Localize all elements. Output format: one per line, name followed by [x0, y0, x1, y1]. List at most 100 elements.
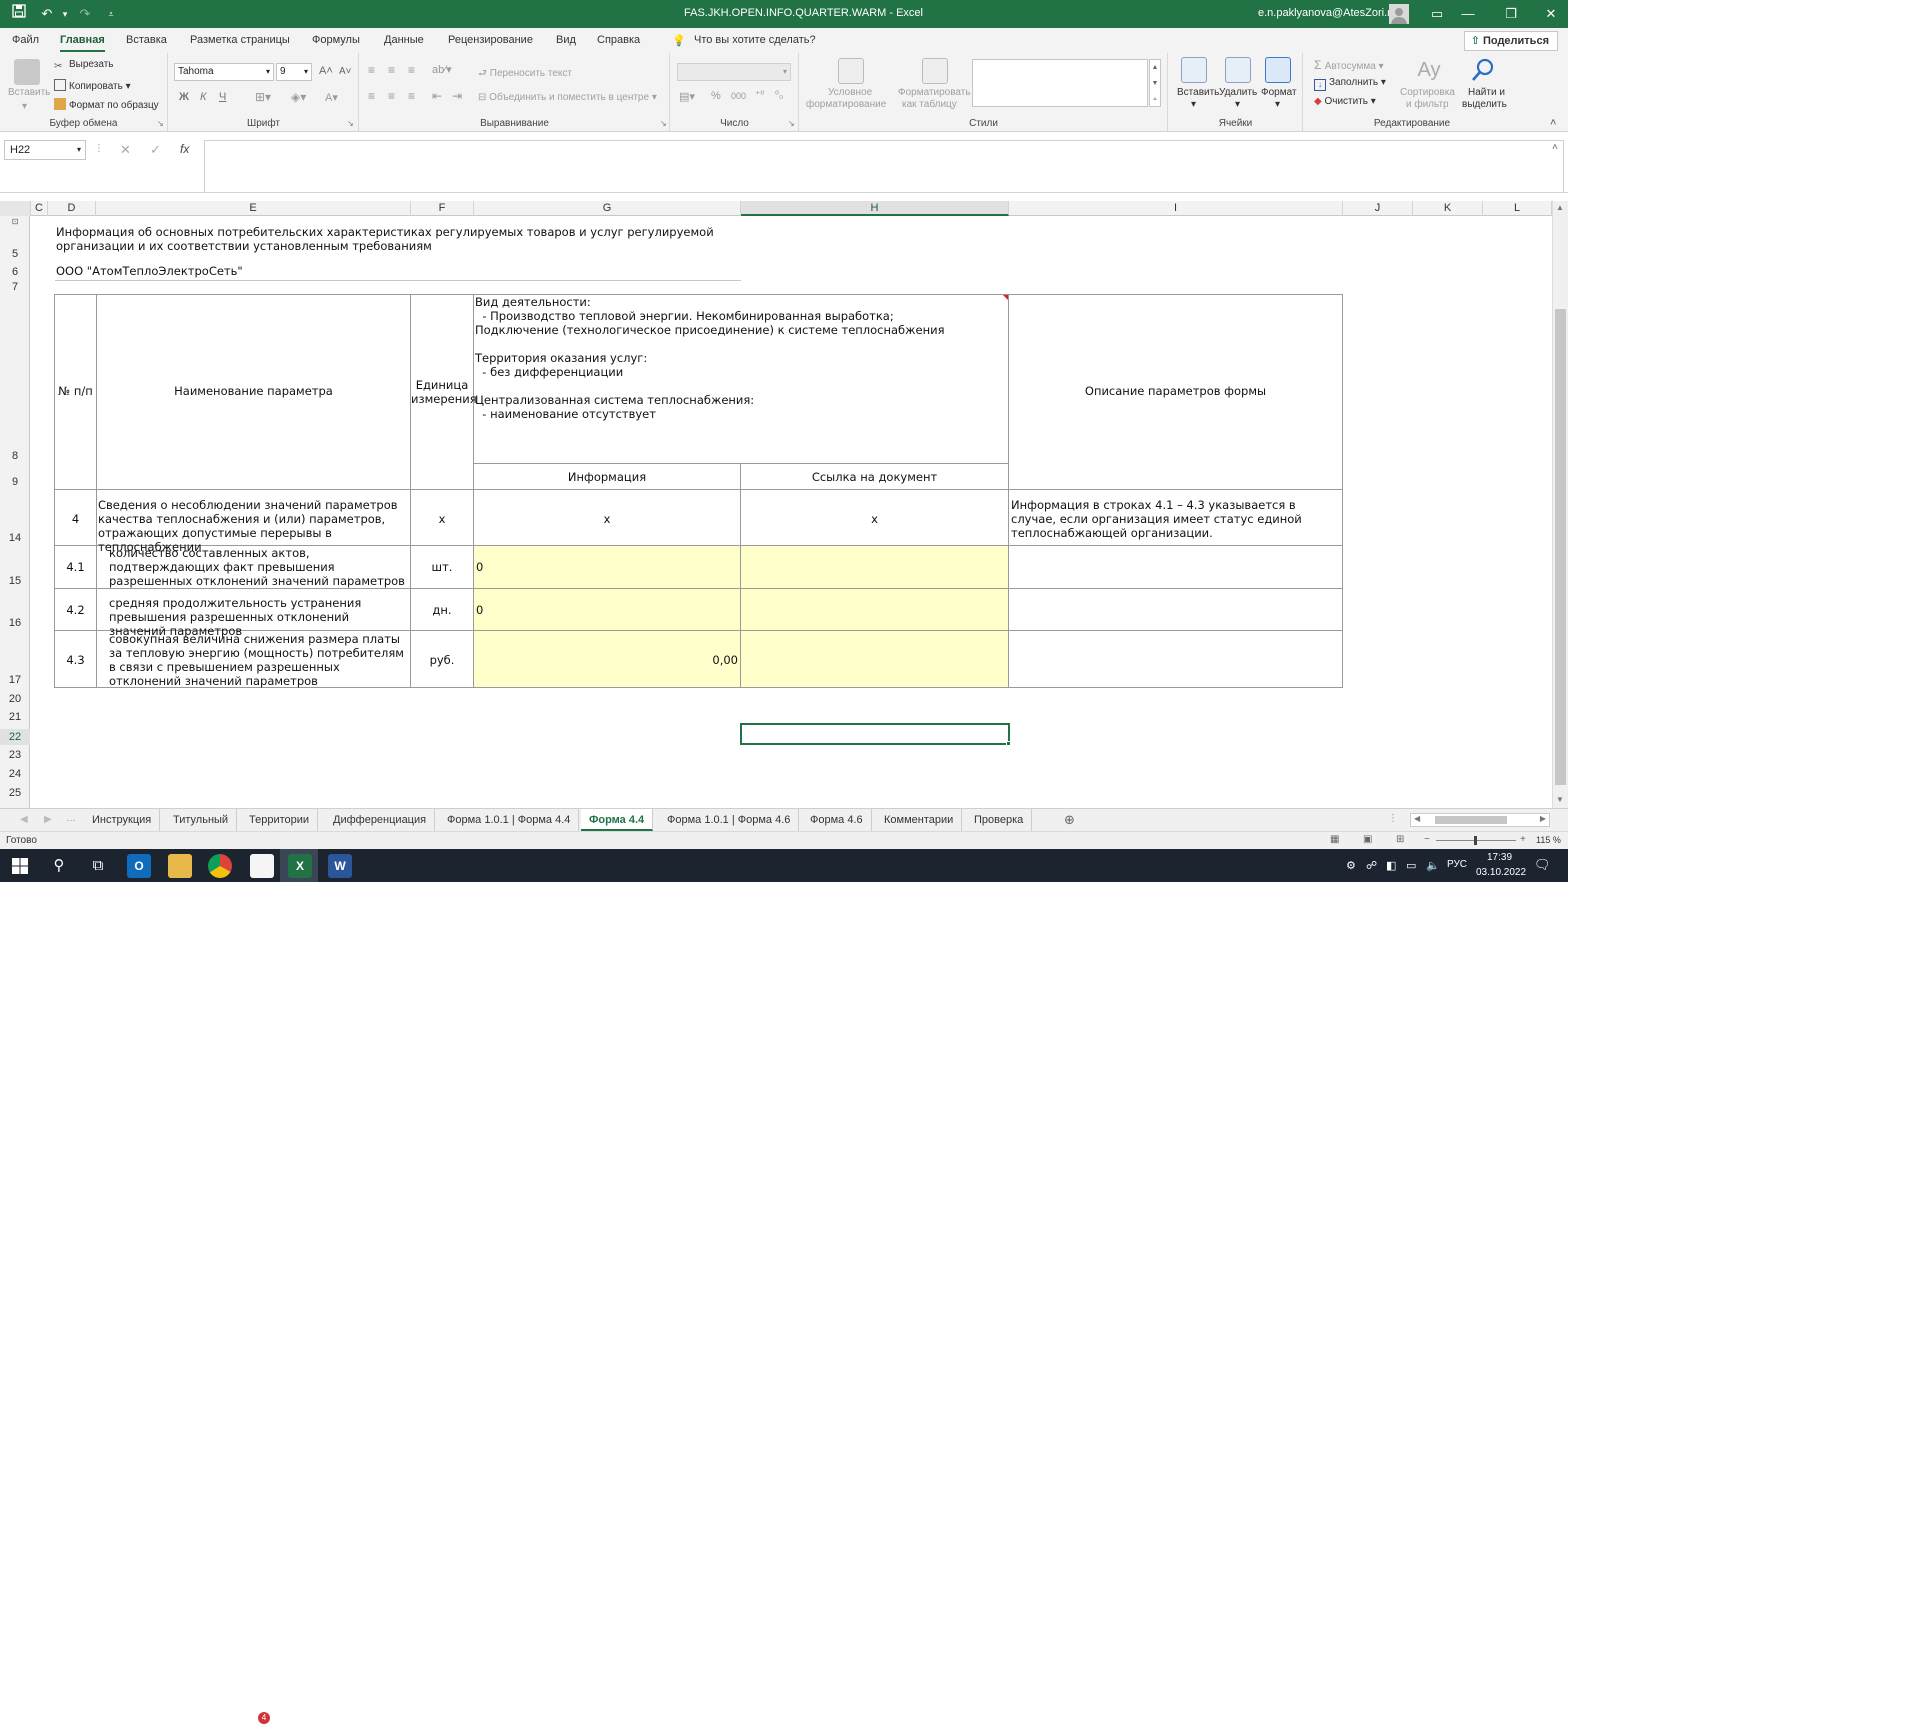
decrease-decimal-icon[interactable]: ⁰₀ — [775, 90, 783, 101]
prev-sheet-icon[interactable]: ◀ — [20, 814, 28, 825]
chrome-icon[interactable] — [208, 854, 232, 878]
group-expand-icon[interactable]: ⊡ — [0, 217, 30, 229]
active-cell[interactable] — [740, 723, 1010, 745]
column-header-e[interactable]: E — [96, 201, 411, 216]
zoom-out-icon[interactable]: − — [1424, 834, 1430, 845]
collapse-ribbon-icon[interactable]: ˄ — [1550, 117, 1556, 129]
row-info[interactable]: 0 — [476, 603, 738, 617]
column-header-h[interactable]: H — [741, 201, 1009, 216]
tab-data[interactable]: Данные — [384, 34, 424, 46]
row-info[interactable]: 0 — [476, 560, 738, 574]
volume-icon[interactable]: 🔈 — [1426, 859, 1440, 872]
column-header-g[interactable]: G — [474, 201, 741, 216]
scrollbar-thumb[interactable] — [1555, 309, 1566, 785]
row-info[interactable]: 0,00 — [476, 653, 738, 667]
vertical-scrollbar[interactable]: ▲ ▼ — [1552, 201, 1568, 808]
scroll-down-icon[interactable]: ▼ — [1556, 795, 1564, 804]
page-break-view-icon[interactable]: ⊞ — [1396, 834, 1404, 845]
align-right-icon[interactable]: ≡ — [408, 89, 415, 103]
sheet-tab[interactable]: Форма 4.6 — [802, 809, 872, 831]
row-header[interactable]: 15 — [0, 575, 30, 589]
column-header-f[interactable]: F — [411, 201, 474, 216]
sheet-tab[interactable]: Комментарии — [876, 809, 963, 831]
worksheet-grid[interactable]: Информация об основных потребительских х… — [31, 216, 1552, 808]
tab-formulas[interactable]: Формулы — [312, 34, 360, 46]
gallery-scroll[interactable]: ▲ ▼ ⩡ — [1149, 59, 1161, 107]
scroll-right-icon[interactable]: ▶ — [1540, 814, 1546, 823]
more-sheets-icon[interactable]: … — [66, 813, 76, 824]
sheet-tab[interactable]: Территории — [241, 809, 319, 831]
row-header[interactable]: 17 — [0, 674, 30, 688]
excel-icon[interactable]: X — [288, 854, 312, 878]
sheet-tab[interactable]: Инструкция — [84, 809, 161, 831]
clock-time[interactable]: 17:39 — [1487, 852, 1512, 863]
delete-cells-icon[interactable] — [1225, 57, 1251, 83]
scrollbar-thumb[interactable] — [1435, 816, 1507, 824]
merge-center-button[interactable]: ⊟ Объединить и поместить в центре ▾ — [478, 92, 657, 103]
notifications-icon[interactable]: 🗨 — [1534, 857, 1551, 873]
restore-icon[interactable]: ❐ — [1500, 4, 1522, 24]
wrap-text-button[interactable]: ⮐ Переносить текст — [478, 66, 572, 83]
sheet-tab[interactable]: Форма 1.0.1 | Форма 4.6 — [659, 809, 800, 831]
sort-filter-icon[interactable]: Ay — [1416, 57, 1442, 83]
column-header-c[interactable]: C — [31, 201, 48, 216]
tab-view[interactable]: Вид — [556, 34, 576, 46]
row-header[interactable]: 8 — [0, 450, 30, 464]
column-header-l[interactable]: L — [1483, 201, 1552, 216]
thousands-button[interactable]: 000 — [731, 91, 746, 101]
tell-me-search[interactable]: Что вы хотите сделать? — [694, 34, 816, 46]
align-center-icon[interactable]: ≡ — [388, 89, 395, 103]
row-header[interactable]: 24 — [0, 768, 30, 782]
row-header[interactable]: 21 — [0, 711, 30, 725]
orientation-icon[interactable]: ab⁄▾ — [432, 63, 452, 76]
underline-button[interactable]: Ч — [219, 91, 226, 103]
number-format-box[interactable]: ▾ — [677, 63, 791, 81]
conditional-formatting-line1[interactable]: Условное — [828, 87, 872, 98]
outlook-tray-icon[interactable]: ◧ — [1386, 859, 1396, 872]
format-cells-button[interactable]: Формат — [1261, 87, 1297, 98]
align-top-icon[interactable]: ≡ — [368, 63, 375, 77]
customize-quick-access-icon[interactable]: ⩡ — [100, 4, 122, 24]
chevron-down-icon[interactable]: ▾ — [1235, 99, 1240, 110]
decrease-font-icon[interactable]: A˅ — [339, 66, 352, 77]
tab-review[interactable]: Рецензирование — [448, 34, 533, 46]
language-indicator[interactable]: РУС — [1447, 859, 1467, 870]
row-header[interactable]: 9 — [0, 476, 30, 490]
sort-filter-line2[interactable]: и фильтр — [1406, 99, 1449, 110]
normal-view-icon[interactable]: ▦ — [1330, 834, 1339, 845]
delete-cells-button[interactable]: Удалить — [1219, 87, 1257, 98]
windows-start-icon[interactable] — [8, 854, 32, 878]
settings-tray-icon[interactable]: ⚙ — [1346, 859, 1356, 872]
borders-icon[interactable]: ⊞▾ — [255, 90, 271, 104]
cell-styles-gallery[interactable] — [972, 59, 1148, 107]
select-all-corner[interactable] — [0, 201, 31, 216]
format-as-table-icon[interactable] — [922, 58, 948, 84]
page-layout-view-icon[interactable]: ▣ — [1363, 834, 1372, 845]
horizontal-scrollbar[interactable]: ◀ ▶ — [1410, 813, 1550, 827]
tab-home[interactable]: Главная — [60, 34, 105, 52]
word-icon[interactable]: W — [328, 854, 352, 878]
chevron-down-icon[interactable]: ▾ — [1191, 99, 1196, 110]
format-as-table-line2[interactable]: как таблицу — [902, 99, 957, 110]
user-account[interactable]: e.n.paklyanova@AtesZori.ru — [1258, 7, 1397, 19]
save-icon[interactable] — [8, 4, 30, 24]
increase-decimal-icon[interactable]: ⁺⁰ — [755, 90, 764, 101]
column-header-i[interactable]: I — [1009, 201, 1343, 216]
sheet-tab[interactable]: Титульный — [165, 809, 238, 831]
scroll-up-icon[interactable]: ▲ — [1556, 203, 1564, 212]
row-header[interactable]: 5 — [0, 248, 30, 262]
sheet-tab[interactable]: Дифференциация — [325, 809, 436, 831]
column-header-d[interactable]: D — [48, 201, 96, 216]
next-sheet-icon[interactable]: ▶ — [44, 814, 52, 825]
ribbon-display-options-icon[interactable]: ▭ — [1426, 4, 1448, 24]
dialog-launcher-icon[interactable]: ↘ — [788, 119, 795, 128]
column-header-j[interactable]: J — [1343, 201, 1413, 216]
font-color-icon[interactable]: A▾ — [325, 91, 338, 104]
find-select-line2[interactable]: выделить — [1462, 99, 1507, 110]
avatar[interactable] — [1389, 4, 1409, 24]
paste-dropdown-icon[interactable]: ▾ — [22, 101, 27, 112]
increase-font-icon[interactable]: A˄ — [319, 65, 333, 77]
dialog-launcher-icon[interactable]: ↘ — [347, 119, 354, 128]
find-select-line1[interactable]: Найти и — [1468, 87, 1505, 98]
row-header[interactable]: 14 — [0, 532, 30, 546]
